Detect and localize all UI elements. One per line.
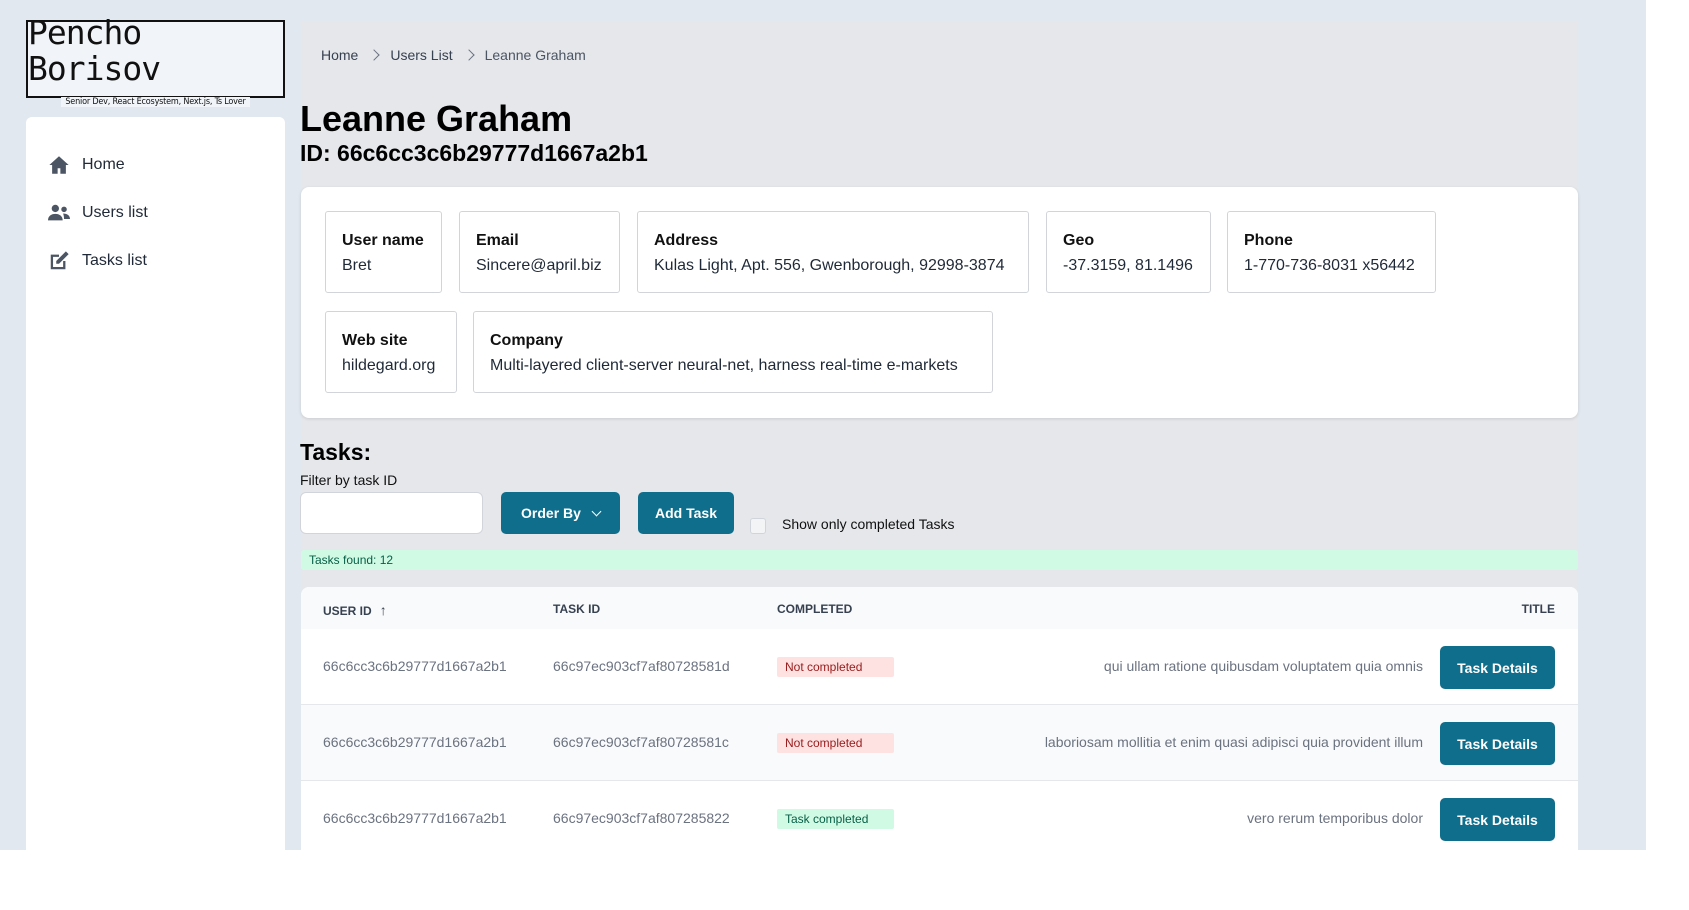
- field-value: -37.3159, 81.1496: [1063, 257, 1193, 274]
- field-label: Email: [476, 232, 519, 249]
- task-details-button[interactable]: Task Details: [1440, 646, 1555, 689]
- status-badge: Task completed: [777, 809, 894, 829]
- status-badge: Not completed: [777, 657, 894, 677]
- logo-tagline: Senior Dev, React Ecosystem, Next.js, Ts…: [61, 97, 250, 108]
- add-task-button[interactable]: Add Task: [638, 492, 734, 534]
- table-row: 66c6cc3c6b29777d1667a2b1 66c97ec903cf7af…: [301, 781, 1578, 850]
- header-task-id[interactable]: TASK ID: [553, 602, 600, 616]
- breadcrumb-users-list[interactable]: Users List: [390, 47, 452, 63]
- home-icon: [49, 156, 69, 174]
- edit-icon: [50, 251, 69, 270]
- tasks-found-badge: Tasks found: 12: [301, 550, 1578, 570]
- cell-task-id: 66c97ec903cf7af80728581d: [553, 658, 730, 674]
- field-geo: Geo -37.3159, 81.1496: [1046, 211, 1211, 293]
- field-username: User name Bret: [325, 211, 442, 293]
- breadcrumb: Home Users List Leanne Graham: [321, 47, 586, 63]
- table-header: USER ID ↑ TASK ID COMPLETED TITLE: [301, 587, 1578, 629]
- sidebar-item-users[interactable]: Users list: [26, 189, 285, 237]
- header-user-id-label: USER ID: [323, 604, 372, 618]
- users-icon: [48, 204, 70, 221]
- field-value: Multi-layered client-server neural-net, …: [490, 357, 958, 374]
- show-completed-checkbox[interactable]: [750, 518, 766, 534]
- chevron-right-icon: [368, 49, 381, 61]
- field-value: Bret: [342, 257, 372, 274]
- logo[interactable]: Pencho Borisov Senior Dev, React Ecosyst…: [26, 14, 285, 108]
- field-label: Web site: [342, 332, 408, 349]
- breadcrumb-current: Leanne Graham: [484, 47, 586, 63]
- field-email: Email Sincere@april.biz: [459, 211, 620, 293]
- sidebar-item-home[interactable]: Home: [26, 141, 285, 189]
- header-user-id[interactable]: USER ID ↑: [323, 602, 387, 618]
- page-title: Leanne Graham: [300, 98, 573, 139]
- cell-user-id: 66c6cc3c6b29777d1667a2b1: [323, 658, 507, 674]
- table-row: 66c6cc3c6b29777d1667a2b1 66c97ec903cf7af…: [301, 705, 1578, 781]
- tasks-heading: Tasks:: [300, 439, 372, 465]
- breadcrumb-home[interactable]: Home: [321, 47, 358, 63]
- field-value: Kulas Light, Apt. 556, Gwenborough, 9299…: [654, 257, 1005, 274]
- field-label: Company: [490, 332, 563, 349]
- sidebar-item-label: Home: [82, 156, 125, 173]
- field-value: 1-770-736-8031 x56442: [1244, 257, 1415, 274]
- sort-ascending-icon: ↑: [379, 602, 387, 618]
- order-by-button[interactable]: Order By: [501, 492, 620, 534]
- header-completed[interactable]: COMPLETED: [777, 602, 852, 616]
- field-label: User name: [342, 232, 424, 249]
- filter-label: Filter by task ID: [300, 472, 398, 488]
- header-title[interactable]: TITLE: [1522, 602, 1555, 616]
- field-address: Address Kulas Light, Apt. 556, Gwenborou…: [637, 211, 1029, 293]
- chevron-down-icon: [591, 506, 602, 516]
- sidebar: Home Users list Tasks list: [26, 117, 285, 850]
- field-website: Web site hildegard.org: [325, 311, 457, 393]
- field-company: Company Multi-layered client-server neur…: [473, 311, 993, 393]
- cell-title: vero rerum temporibus dolor: [1247, 810, 1423, 826]
- main-content: Home Users List Leanne Graham Leanne Gra…: [300, 22, 1578, 850]
- tasks-table: USER ID ↑ TASK ID COMPLETED TITLE 66c6cc3…: [301, 587, 1578, 850]
- field-label: Address: [654, 232, 719, 249]
- cell-user-id: 66c6cc3c6b29777d1667a2b1: [323, 734, 507, 750]
- field-value: hildegard.org: [342, 357, 436, 374]
- add-task-label: Add Task: [655, 505, 717, 521]
- field-phone: Phone 1-770-736-8031 x56442: [1227, 211, 1436, 293]
- sidebar-item-label: Tasks list: [82, 252, 147, 269]
- status-badge: Not completed: [777, 733, 894, 753]
- field-value: Sincere@april.biz: [476, 257, 602, 274]
- field-label: Geo: [1063, 232, 1095, 249]
- cell-title: laboriosam mollitia et enim quasi adipis…: [1044, 734, 1423, 750]
- order-by-label: Order By: [521, 505, 581, 521]
- app-root: Pencho Borisov Senior Dev, React Ecosyst…: [0, 0, 1646, 850]
- logo-name: Pencho Borisov: [28, 12, 161, 88]
- cell-task-id: 66c97ec903cf7af80728581c: [553, 734, 729, 750]
- table-row: 66c6cc3c6b29777d1667a2b1 66c97ec903cf7af…: [301, 629, 1578, 705]
- filter-task-id-input[interactable]: [300, 492, 483, 534]
- user-info-card: User name Bret Email Sincere@april.biz A…: [301, 187, 1578, 418]
- cell-title: qui ullam ratione quibusdam voluptatem q…: [1103, 658, 1423, 674]
- chevron-right-icon: [462, 49, 475, 61]
- cell-user-id: 66c6cc3c6b29777d1667a2b1: [323, 810, 507, 826]
- task-details-button[interactable]: Task Details: [1440, 722, 1555, 765]
- sidebar-item-tasks[interactable]: Tasks list: [26, 237, 285, 285]
- sidebar-item-label: Users list: [82, 204, 148, 221]
- show-completed-label[interactable]: Show only completed Tasks: [782, 516, 955, 532]
- user-id: ID: 66c6cc3c6b29777d1667a2b1: [300, 140, 648, 166]
- cell-task-id: 66c97ec903cf7af807285822: [553, 810, 730, 826]
- task-details-button[interactable]: Task Details: [1440, 798, 1555, 841]
- field-label: Phone: [1244, 232, 1293, 249]
